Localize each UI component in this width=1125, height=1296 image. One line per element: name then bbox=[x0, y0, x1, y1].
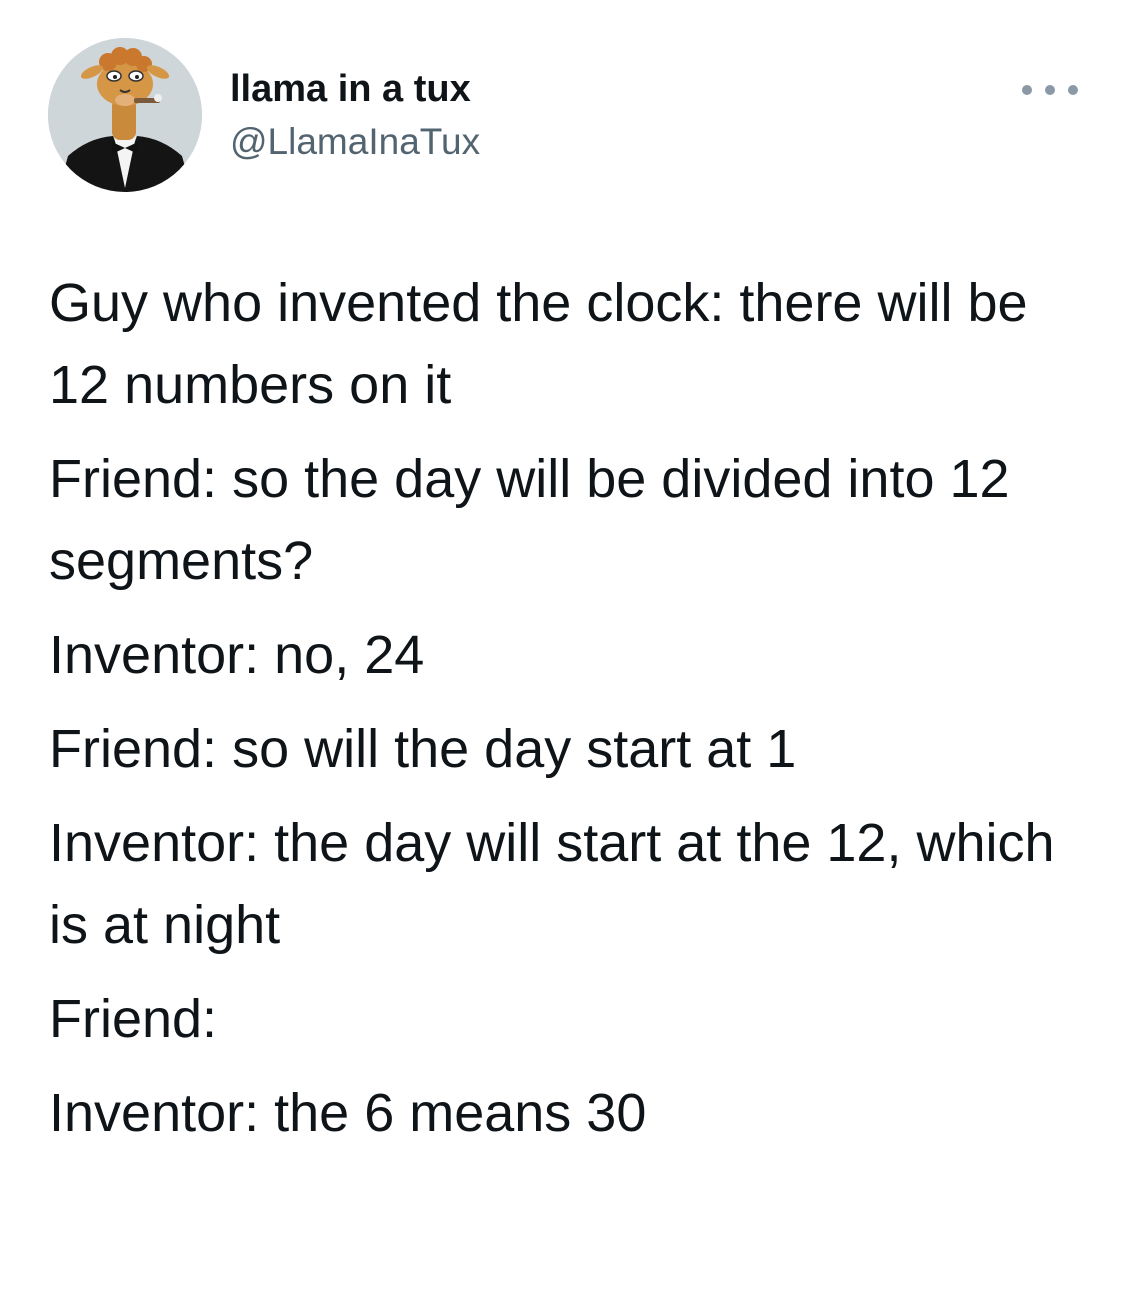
tweet-paragraph: Friend: so the day will be divided into … bbox=[49, 449, 1025, 591]
tweet-header: llama in a tux @LlamaInaTux bbox=[48, 38, 1078, 193]
author-names: llama in a tux @LlamaInaTux bbox=[230, 66, 480, 164]
more-dot bbox=[1068, 85, 1078, 95]
tweet-text: Guy who invented the clock: there will b… bbox=[49, 262, 1079, 1166]
author-display-name[interactable]: llama in a tux bbox=[230, 66, 480, 112]
more-dot bbox=[1045, 85, 1055, 95]
tweet-paragraph: Guy who invented the clock: there will b… bbox=[49, 273, 1043, 415]
tweet-paragraph: Friend: bbox=[49, 989, 218, 1049]
author-handle[interactable]: @LlamaInaTux bbox=[230, 120, 480, 164]
avatar[interactable] bbox=[48, 38, 202, 192]
llama-avatar-icon bbox=[48, 38, 202, 192]
tweet-paragraph: Inventor: the day will start at the 12, … bbox=[49, 813, 1070, 955]
more-dot bbox=[1022, 85, 1032, 95]
tweet-paragraph: Inventor: the 6 means 30 bbox=[49, 1083, 647, 1143]
tweet-card: llama in a tux @LlamaInaTux Guy who inve… bbox=[0, 0, 1125, 1296]
tweet-paragraph: Inventor: no, 24 bbox=[49, 625, 425, 685]
more-options-icon[interactable] bbox=[1022, 78, 1078, 102]
tweet-paragraph: Friend: so will the day start at 1 bbox=[49, 719, 797, 779]
